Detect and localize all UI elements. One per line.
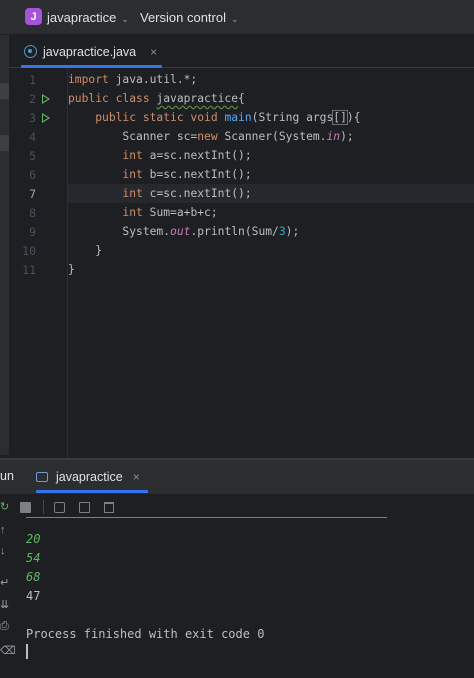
soft-wrap-icon[interactable]: ↵ [0, 576, 9, 589]
rerun-icon[interactable]: ↻ [0, 500, 9, 513]
line-number: 8 [29, 206, 36, 220]
run-panel-title: un [0, 469, 14, 483]
line-number: 1 [29, 73, 36, 87]
line-number: 4 [29, 130, 36, 144]
code-line-5: int a=sc.nextInt(); [122, 149, 252, 162]
code-line-3: public static void main(String args[]){ [95, 110, 361, 125]
print-icon[interactable]: ⎙ [0, 620, 9, 633]
scroll-to-end-icon[interactable]: ⇊ [0, 598, 9, 611]
code-line-11: } [68, 263, 75, 276]
console-side-toolbar: ↻ ↑ ↓ ↵ ⇊ ⎙ ⌫ [0, 494, 16, 678]
editor-tab-bar: javapractice.java × [9, 36, 474, 68]
project-icon[interactable]: J [25, 8, 42, 25]
tool-window-button[interactable] [0, 135, 9, 151]
line-number: 2 [29, 92, 36, 106]
console-input-line: 54 [26, 551, 41, 565]
console-input-line: 20 [26, 532, 41, 546]
vcs-menu[interactable]: Version control ⌄ [140, 10, 239, 25]
java-class-icon [24, 45, 37, 58]
code-line-8: int Sum=a+b+c; [122, 206, 218, 219]
run-gutter-icon[interactable] [42, 94, 50, 104]
code-line-6: int b=sc.nextInt(); [122, 168, 252, 181]
toolbar-separator [43, 500, 44, 514]
close-icon[interactable]: × [133, 470, 140, 484]
line-number: 10 [22, 244, 36, 258]
chevron-down-icon: ⌄ [231, 14, 239, 24]
close-icon[interactable]: × [150, 45, 157, 59]
console-icon [36, 472, 48, 482]
clear-icon[interactable]: ⌫ [0, 644, 16, 657]
left-tool-strip [0, 35, 9, 455]
camera-icon[interactable] [54, 501, 65, 513]
scroll-down-icon[interactable]: ↓ [0, 545, 6, 557]
exit-message: Process finished with exit code 0 [26, 627, 265, 641]
code-editor[interactable]: 1 2 3 4 5 6 7 8 9 10 11 import java.util… [9, 68, 474, 458]
chevron-down-icon: ⌄ [121, 14, 129, 24]
run-gutter-icon[interactable] [42, 113, 50, 123]
console-output-line: 47 [26, 589, 41, 603]
tab-javapractice-java[interactable]: javapractice.java × [20, 36, 165, 67]
code-line-2: public class javapractice{ [68, 92, 245, 105]
run-tab-label: javapractice [56, 470, 123, 484]
tool-window-button[interactable] [0, 83, 9, 99]
line-number: 7 [29, 187, 36, 201]
console-caret [26, 644, 28, 659]
code-line-7: int c=sc.nextInt(); [68, 184, 474, 203]
scroll-up-icon[interactable]: ↑ [0, 524, 6, 536]
vcs-label: Version control [140, 10, 226, 25]
code-line-10: } [68, 244, 103, 257]
run-tool-window-header: un javapractice × [0, 460, 474, 494]
project-switcher[interactable]: javapractice ⌄ [47, 10, 129, 25]
project-name: javapractice [47, 10, 117, 25]
code-line-9: System.out.println(Sum/3); [68, 225, 300, 238]
tab-label: javapractice.java [43, 44, 137, 59]
command-line-clipped: ––––––––––––––––––––––––––––––––––––––––… [26, 515, 388, 524]
line-number: 5 [29, 149, 36, 163]
export-icon[interactable] [79, 501, 90, 513]
active-run-tab-indicator [36, 490, 148, 493]
console-input-line: 68 [26, 570, 41, 584]
line-gutter: 1 2 3 4 5 6 7 8 9 10 11 [9, 68, 67, 458]
tab-run-javapractice[interactable]: javapractice × [36, 460, 140, 494]
code-line-4: Scanner sc=new Scanner(System.in); [68, 130, 354, 143]
title-bar: J javapractice ⌄ Version control ⌄ [0, 0, 474, 35]
line-number: 3 [29, 111, 36, 125]
code-line-1: import java.util.*; [68, 73, 198, 86]
line-number: 9 [29, 225, 36, 239]
line-number: 6 [29, 168, 36, 182]
stop-icon[interactable] [20, 501, 31, 513]
trash-icon[interactable] [104, 501, 114, 513]
run-console[interactable]: ↻ ↑ ↓ ↵ ⇊ ⎙ ⌫ ––––––––––––––––––––––––––… [0, 494, 474, 678]
line-number: 11 [22, 263, 36, 277]
